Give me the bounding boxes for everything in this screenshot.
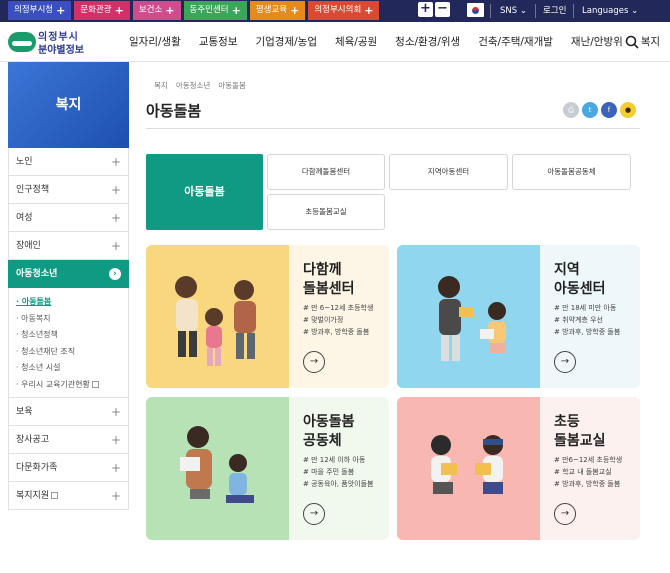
twitter-icon[interactable]: t	[582, 102, 598, 118]
print-icon[interactable]: ⎙	[563, 102, 579, 118]
nav-economy[interactable]: 기업경제/농업	[255, 22, 317, 62]
tab-child-care-main[interactable]: 아동돌봄	[146, 154, 263, 230]
family-illustration-icon	[146, 245, 289, 388]
tab-elementary-care[interactable]: 초등돌봄교실	[267, 194, 385, 230]
site-links: 의정부시청 + 문화관광 + 보건소 + 동주민센터 + 평생교육 + 의정부시의회 +	[8, 1, 380, 20]
card-local-child-center[interactable]: 지역 아동센터 # 만 18세 미만 아동 # 취약계층 우선 # 방과후, 방학중 …	[397, 245, 640, 388]
zoom-in-button[interactable]: +	[418, 2, 433, 17]
submenu-education-institutions[interactable]: · 우리시 교육기관현황	[16, 377, 128, 394]
site-link-education[interactable]: 평생교육 +	[249, 1, 306, 20]
sidebar-item-disabled[interactable]: 장애인 +	[8, 232, 129, 260]
nav-environment[interactable]: 청소/환경/위생	[395, 22, 460, 62]
chevron-down-icon: ⌄	[519, 6, 527, 16]
plus-icon: +	[110, 239, 121, 253]
korea-flag-icon	[467, 3, 484, 17]
breadcrumb: 복지 아동청소년 아동돌봄	[154, 80, 246, 91]
sidebar-title: 복지	[8, 62, 129, 148]
site-logo[interactable]: 의정부시 분야별정보	[8, 28, 90, 56]
chevron-right-icon: ›	[109, 268, 121, 280]
languages-menu[interactable]: Languages ⌄	[582, 0, 638, 22]
external-link-icon	[51, 492, 59, 499]
city-logo-icon	[8, 32, 36, 52]
submenu-child-welfare[interactable]: · 아동복지	[16, 311, 128, 328]
plus-icon: +	[56, 4, 66, 17]
nav-disaster[interactable]: 재난/안방위	[571, 22, 623, 62]
tab-care-community[interactable]: 아동돌봄공동체	[512, 154, 631, 190]
card-care-community[interactable]: 아동돌봄 공동체 # 만 12세 이하 아동 # 마을 주민 돌봄 # 공동육아, 품…	[146, 397, 389, 540]
page-title: 아동돌봄	[146, 102, 202, 120]
site-link-city-hall[interactable]: 의정부시청 +	[8, 1, 72, 20]
facebook-icon[interactable]: f	[601, 102, 617, 118]
sidebar-menu: 노인 + 인구정책 + 여성 + 장애인 + 아동청소년 › · 아동돌봄 · 아동복지 …	[8, 148, 129, 510]
plus-icon: +	[110, 461, 121, 475]
submenu-youth-foundation[interactable]: · 청소년재단 조직	[16, 344, 128, 361]
plus-icon: +	[165, 4, 175, 17]
submenu-youth-facility[interactable]: · 청소년 시설	[16, 360, 128, 377]
community-reading-illustration-icon	[146, 397, 289, 540]
arrow-right-icon[interactable]: →	[303, 503, 325, 525]
submenu-child-care[interactable]: · 아동돌봄	[16, 294, 128, 311]
submenu-youth-policy[interactable]: · 청소년정책	[16, 327, 128, 344]
zoom-controls: + −	[418, 2, 450, 17]
breadcrumb-item[interactable]: 아동청소년	[176, 80, 211, 91]
arrow-right-icon[interactable]: →	[554, 503, 576, 525]
sidebar-item-multicultural[interactable]: 다문화가족 +	[8, 454, 129, 482]
main-navigation: 일자리/생활 교통정보 기업경제/농업 체육/공원 청소/환경/위생 건축/주택…	[129, 22, 670, 62]
chevron-down-icon: ⌄	[631, 6, 639, 16]
sidebar-submenu: · 아동돌봄 · 아동복지 · 청소년정책 · 청소년재단 조직 · 청소년 시…	[8, 288, 129, 398]
sidebar-item-youth[interactable]: 아동청소년 ›	[8, 260, 129, 288]
top-utility-bar: 의정부시청 + 문화관광 + 보건소 + 동주민센터 + 평생교육 + 의정부시의회 + +…	[0, 0, 670, 22]
children-reading-illustration-icon	[397, 397, 540, 540]
sidebar-item-population[interactable]: 인구정책 +	[8, 176, 129, 204]
share-buttons: ⎙ t f ●	[563, 102, 636, 118]
plus-icon: +	[110, 405, 121, 419]
nav-sports-parks[interactable]: 체육/공원	[335, 22, 377, 62]
plus-icon: +	[364, 4, 374, 17]
login-link[interactable]: 로그인	[543, 0, 566, 22]
tab-together-care-center[interactable]: 다함께돌봄센터	[267, 154, 385, 190]
site-link-health[interactable]: 보건소 +	[132, 1, 181, 20]
teacher-child-illustration-icon	[397, 245, 540, 388]
plus-icon: +	[110, 155, 121, 169]
plus-icon: +	[110, 489, 121, 503]
kakao-icon[interactable]: ●	[620, 102, 636, 118]
sidebar-item-funeral[interactable]: 장사공고 +	[8, 426, 129, 454]
sns-menu[interactable]: SNS ⌄	[500, 0, 527, 22]
card-together-care-center[interactable]: 다함께 돌봄센터 # 만 6~12세 초등학생 # 맞벌이가정 # 방과후, 방학중 …	[146, 245, 389, 388]
nav-housing[interactable]: 건축/주택/재개발	[478, 22, 553, 62]
arrow-right-icon[interactable]: →	[303, 351, 325, 373]
plus-icon: +	[290, 4, 300, 17]
card-elementary-care[interactable]: 초등 돌봄교실 # 만6~12세 초등학생 # 학교 내 돌봄교실 # 방과후, 방학…	[397, 397, 640, 540]
nav-traffic[interactable]: 교통정보	[199, 22, 238, 62]
site-header: 의정부시 분야별정보 일자리/생활 교통정보 기업경제/농업 체육/공원 청소/…	[0, 22, 670, 62]
title-divider	[146, 128, 640, 129]
nav-welfare[interactable]: 복지	[641, 22, 660, 62]
search-icon[interactable]	[625, 35, 639, 49]
site-link-community-center[interactable]: 동주민센터 +	[183, 1, 247, 20]
plus-icon: +	[110, 183, 121, 197]
sidebar-item-welfare-support[interactable]: 복지지원 +	[8, 482, 129, 510]
breadcrumb-item[interactable]: 복지	[154, 80, 168, 91]
breadcrumb-item[interactable]: 아동돌봄	[218, 80, 246, 91]
plus-icon: +	[114, 4, 124, 17]
site-link-council[interactable]: 의정부시의회 +	[308, 1, 380, 20]
site-link-culture[interactable]: 문화관광 +	[74, 1, 130, 20]
plus-icon: +	[110, 433, 121, 447]
arrow-right-icon[interactable]: →	[554, 351, 576, 373]
zoom-out-button[interactable]: −	[435, 2, 450, 17]
plus-icon: +	[231, 4, 241, 17]
tab-local-child-center[interactable]: 지역아동센터	[389, 154, 508, 190]
sidebar-item-elderly[interactable]: 노인 +	[8, 148, 129, 176]
sidebar-item-childcare[interactable]: 보육 +	[8, 398, 129, 426]
external-link-icon	[91, 380, 99, 388]
nav-jobs-life[interactable]: 일자리/생활	[129, 22, 181, 62]
plus-icon: +	[110, 211, 121, 225]
sidebar-item-women[interactable]: 여성 +	[8, 204, 129, 232]
